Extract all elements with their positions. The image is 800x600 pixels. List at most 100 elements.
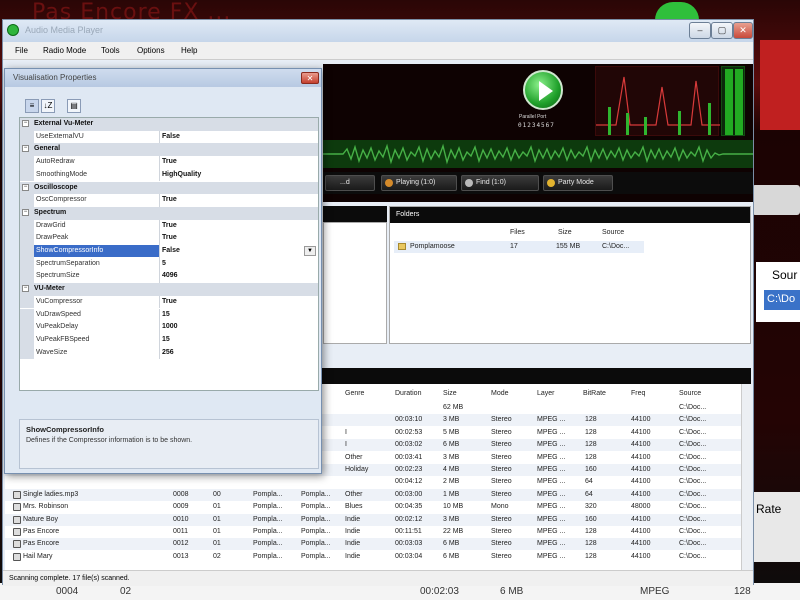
- property-value[interactable]: True: [162, 196, 177, 203]
- track-mode: Stereo: [491, 528, 512, 535]
- property-value[interactable]: True: [162, 234, 177, 241]
- maximize-button[interactable]: ▢: [711, 22, 733, 39]
- property-value[interactable]: 5: [162, 260, 166, 267]
- track-name: Hail Mary: [23, 552, 53, 560]
- dialog-close-button[interactable]: ✕: [301, 72, 319, 84]
- table-row[interactable]: Pas Encore 0012 01 Pompla... Pompla... Indie 0…: [5, 538, 741, 551]
- col-genre[interactable]: Genre: [345, 390, 364, 397]
- collapse-toggle-icon[interactable]: −: [22, 145, 29, 153]
- track-name: Mrs. Robinson: [23, 503, 69, 511]
- track-disc: 01: [213, 515, 221, 523]
- property-row[interactable]: AutoRedraw True: [20, 156, 318, 169]
- table-row[interactable]: 00:04:12 2 MB Stereo MPEG ... 64 44100 C:\Doc.…: [5, 476, 741, 488]
- alphabetical-sort-button[interactable]: ↓Z: [41, 99, 55, 113]
- library-panel[interactable]: [323, 222, 387, 344]
- table-row[interactable]: Single ladies.mp3 0008 00 Pompla... Pompla..…: [5, 488, 741, 501]
- party-mode-button[interactable]: Party Mode: [543, 175, 613, 191]
- col-source[interactable]: Source: [679, 390, 701, 397]
- track-scrollbar[interactable]: [741, 384, 751, 578]
- property-row[interactable]: OscCompressor True: [20, 194, 318, 207]
- property-row[interactable]: UseExternalVU False: [20, 130, 318, 144]
- col-mode[interactable]: Mode: [491, 390, 509, 397]
- folder-name: Pomplamoose: [410, 243, 455, 250]
- property-row[interactable]: VuDrawSpeed 15: [20, 308, 318, 322]
- track-mode: Stereo: [491, 478, 512, 486]
- property-category[interactable]: − Oscilloscope: [20, 181, 318, 195]
- property-divider: [159, 232, 160, 245]
- property-gutter: [20, 321, 34, 334]
- col-layer[interactable]: Layer: [537, 390, 555, 397]
- property-row[interactable]: VuPeakDelay 1000: [20, 321, 318, 334]
- play-button[interactable]: [523, 70, 563, 110]
- track-bitrate: 128: [585, 528, 597, 535]
- track-number: 0011: [173, 528, 189, 535]
- toolbar-button[interactable]: ...d: [325, 175, 375, 191]
- playing-icon: [385, 179, 393, 187]
- property-row[interactable]: VuPeakFBSpeed 15: [20, 333, 318, 347]
- property-value[interactable]: 4096: [162, 272, 178, 279]
- property-value[interactable]: 256: [162, 349, 174, 356]
- property-gutter: [20, 333, 34, 347]
- property-value[interactable]: True: [162, 298, 177, 305]
- menu-file[interactable]: File: [15, 46, 28, 55]
- property-category[interactable]: − External Vu-Meter: [20, 118, 318, 131]
- track-bitrate: 160: [585, 466, 597, 473]
- collapse-toggle-icon[interactable]: −: [22, 285, 29, 293]
- track-layer: MPEG ...: [537, 528, 566, 535]
- folders-col-source[interactable]: Source: [602, 229, 624, 236]
- property-value[interactable]: 15: [162, 311, 170, 318]
- main-titlebar[interactable]: Audio Media Player – ▢ ✕: [3, 20, 753, 42]
- background-play-button[interactable]: [655, 2, 699, 20]
- property-row[interactable]: ShowCompressorInfo False ▼: [20, 245, 318, 258]
- property-row[interactable]: SpectrumSeparation 5: [20, 257, 318, 271]
- property-row[interactable]: SmoothingMode HighQuality: [20, 168, 318, 182]
- table-row[interactable]: Mrs. Robinson 0009 01 Pompla... Pompla... Blu…: [5, 501, 741, 513]
- collapse-toggle-icon[interactable]: −: [22, 208, 29, 216]
- vu-meter-bar-right: [735, 69, 743, 135]
- folders-col-size[interactable]: Size: [558, 229, 572, 236]
- property-category[interactable]: − General: [20, 143, 318, 157]
- property-row[interactable]: VuCompressor True: [20, 295, 318, 309]
- collapse-toggle-icon[interactable]: −: [22, 183, 29, 191]
- col-freq[interactable]: Freq: [631, 390, 645, 397]
- minimize-button[interactable]: –: [689, 22, 711, 39]
- table-row[interactable]: Nature Boy 0010 01 Pompla... Pompla... Indie 0…: [5, 513, 741, 526]
- property-value[interactable]: 15: [162, 336, 170, 343]
- dropdown-arrow-icon[interactable]: ▼: [304, 246, 316, 256]
- categorized-view-button[interactable]: ≡: [25, 99, 39, 113]
- property-row[interactable]: DrawGrid True: [20, 219, 318, 233]
- track-source: C:\Doc...: [679, 441, 707, 449]
- dialog-titlebar[interactable]: Visualisation Properties ✕: [5, 69, 321, 87]
- col-size[interactable]: Size: [443, 390, 457, 397]
- property-category[interactable]: − VU-Meter: [20, 283, 318, 296]
- table-row[interactable]: Pas Encore 0011 01 Pompla... Pompla... Indie 0…: [5, 526, 741, 538]
- folders-col-files[interactable]: Files: [510, 229, 525, 236]
- playing-button[interactable]: Playing (1:0): [381, 175, 457, 191]
- menu-tools[interactable]: Tools: [101, 46, 120, 55]
- property-value[interactable]: True: [162, 158, 177, 165]
- menu-radio-mode[interactable]: Radio Mode: [43, 46, 86, 55]
- property-pages-button[interactable]: ▤: [67, 99, 81, 113]
- property-value[interactable]: True: [162, 222, 177, 229]
- property-value[interactable]: False: [162, 247, 180, 254]
- property-value[interactable]: False: [162, 133, 180, 140]
- col-bitrate[interactable]: BitRate: [583, 390, 606, 397]
- background-source-cell[interactable]: C:\Do: [764, 290, 800, 310]
- property-category[interactable]: − Spectrum: [20, 206, 318, 220]
- property-row[interactable]: DrawPeak True: [20, 232, 318, 245]
- track-duration: 00:04:12: [395, 478, 423, 486]
- close-button[interactable]: ✕: [733, 22, 753, 39]
- collapse-toggle-icon[interactable]: −: [22, 120, 29, 127]
- table-row[interactable]: Hail Mary 0013 02 Pompla... Pompla... Indie 00…: [5, 551, 741, 563]
- menu-options[interactable]: Options: [137, 46, 165, 55]
- property-value[interactable]: HighQuality: [162, 171, 201, 178]
- property-row[interactable]: WaveSize 256: [20, 346, 318, 360]
- col-duration[interactable]: Duration: [395, 390, 421, 397]
- menu-help[interactable]: Help: [181, 46, 197, 55]
- find-button[interactable]: Find (1:0): [461, 175, 539, 191]
- track-size: 6 MB: [443, 441, 460, 449]
- track-bitrate: 320: [585, 503, 597, 511]
- property-value[interactable]: 1000: [162, 323, 178, 330]
- property-row[interactable]: SpectrumSize 4096: [20, 270, 318, 284]
- track-layer: MPEG ...: [537, 441, 566, 449]
